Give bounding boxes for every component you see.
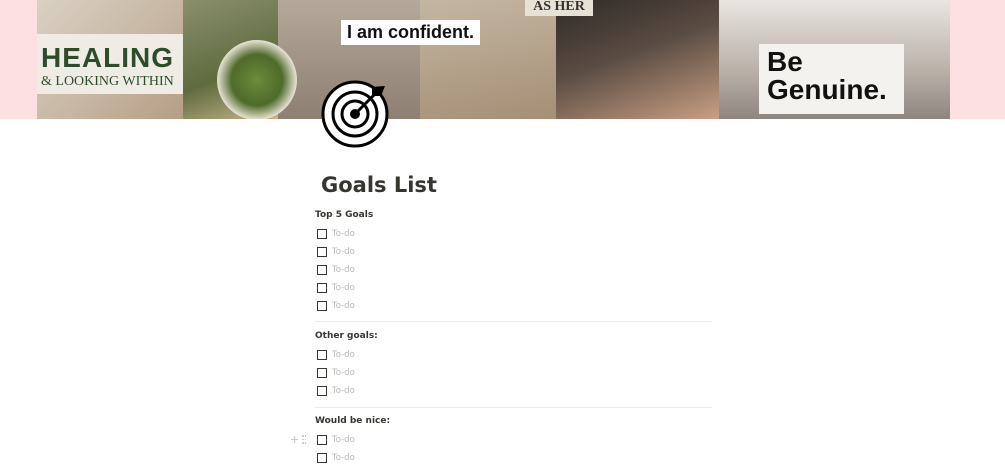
todo-placeholder[interactable]: To-do	[332, 386, 355, 396]
target-icon[interactable]	[320, 79, 390, 149]
section-heading-top5[interactable]: Top 5 Goals	[315, 210, 373, 220]
section-heading-nice[interactable]: Would be nice:	[315, 416, 390, 426]
food-plate-photo	[217, 40, 297, 119]
todo-placeholder[interactable]: To-do	[332, 301, 355, 311]
healing-card: HEALING & LOOKING WITHIN	[37, 34, 183, 94]
healing-subtitle: & LOOKING WITHIN	[41, 74, 174, 89]
todo-item[interactable]: To-do	[317, 434, 355, 446]
genuine-card: Be Genuine.	[759, 44, 904, 114]
block-handle[interactable]: +	[290, 434, 307, 445]
collage-photo	[420, 0, 556, 119]
genuine-line-1: Be	[767, 46, 803, 77]
page-cover[interactable]: HEALING & LOOKING WITHIN I am confident.…	[0, 0, 1005, 119]
todo-item[interactable]: To-do	[317, 246, 355, 258]
cover-collage-image: HEALING & LOOKING WITHIN I am confident.…	[37, 0, 950, 119]
todo-item[interactable]: To-do	[317, 228, 355, 240]
todo-checkbox[interactable]	[317, 386, 327, 396]
todo-checkbox[interactable]	[317, 283, 327, 293]
genuine-line-2: Genuine.	[767, 74, 887, 105]
divider	[315, 321, 712, 322]
page-title[interactable]: Goals List	[321, 173, 437, 197]
todo-item[interactable]: To-do	[317, 300, 355, 312]
todo-placeholder[interactable]: To-do	[332, 453, 355, 463]
drag-handle-icon[interactable]	[302, 435, 307, 444]
collage-photo	[556, 0, 719, 119]
todo-checkbox[interactable]	[317, 265, 327, 275]
todo-checkbox[interactable]	[317, 229, 327, 239]
asher-sticker: AS HER	[525, 0, 593, 16]
todo-checkbox[interactable]	[317, 350, 327, 360]
todo-checkbox[interactable]	[317, 368, 327, 378]
todo-item[interactable]: To-do	[317, 349, 355, 361]
todo-placeholder[interactable]: To-do	[332, 435, 355, 445]
todo-checkbox[interactable]	[317, 301, 327, 311]
todo-item[interactable]: To-do	[317, 452, 355, 464]
todo-placeholder[interactable]: To-do	[332, 247, 355, 257]
todo-item[interactable]: To-do	[317, 367, 355, 379]
todo-placeholder[interactable]: To-do	[332, 350, 355, 360]
section-heading-other[interactable]: Other goals:	[315, 331, 378, 341]
todo-item[interactable]: To-do	[317, 385, 355, 397]
todo-placeholder[interactable]: To-do	[332, 229, 355, 239]
todo-checkbox[interactable]	[317, 247, 327, 257]
confident-sticker: I am confident.	[341, 20, 481, 45]
plus-icon[interactable]: +	[290, 434, 299, 445]
healing-title: HEALING	[41, 42, 174, 73]
todo-item[interactable]: To-do	[317, 282, 355, 294]
todo-placeholder[interactable]: To-do	[332, 283, 355, 293]
todo-placeholder[interactable]: To-do	[332, 265, 355, 275]
todo-checkbox[interactable]	[317, 435, 327, 445]
todo-placeholder[interactable]: To-do	[332, 368, 355, 378]
divider	[315, 407, 712, 408]
todo-item[interactable]: To-do	[317, 264, 355, 276]
todo-checkbox[interactable]	[317, 453, 327, 463]
